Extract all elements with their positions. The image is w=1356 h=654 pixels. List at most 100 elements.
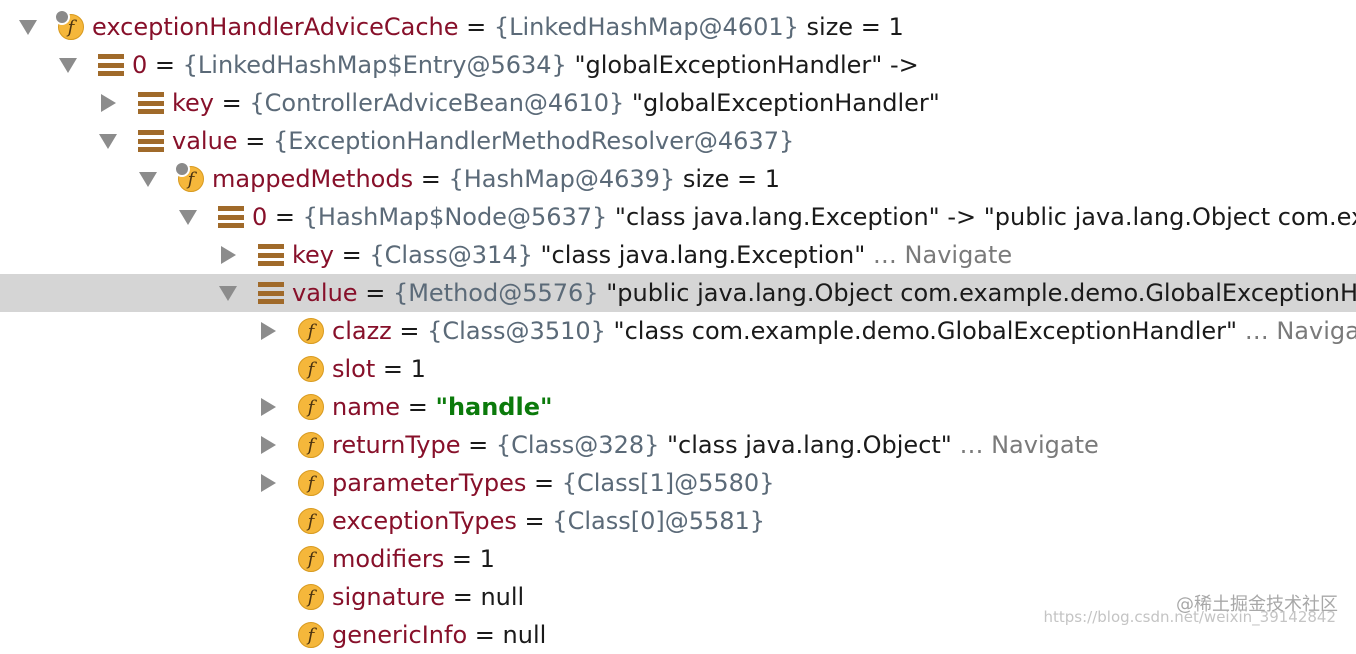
row-name: name [332, 393, 401, 421]
row-str: "class java.lang.Exception" -> "public j… [614, 203, 1356, 231]
row-ref: {LinkedHashMap$Entry@5634} [182, 51, 567, 79]
tree-row-modifiers[interactable]: f modifiers = 1 [0, 540, 1356, 578]
field-icon: f [298, 318, 324, 344]
row-ref: {LinkedHashMap@4601} [493, 13, 799, 41]
tree-row-mappedMethods[interactable]: f mappedMethods = {HashMap@4639} size = 1 [0, 160, 1356, 198]
expand-arrow-icon[interactable] [98, 93, 118, 113]
tree-row-exceptionHandlerAdviceCache[interactable]: f exceptionHandlerAdviceCache = {LinkedHa… [0, 8, 1356, 46]
expand-arrow-icon[interactable] [258, 321, 278, 341]
row-eq: = [147, 51, 183, 79]
row-str: "class com.example.demo.GlobalExceptionH… [605, 317, 1238, 345]
row-nav[interactable]: … Navigate [952, 431, 1098, 459]
row-name: signature [332, 583, 446, 611]
row-name: exceptionTypes [332, 507, 517, 535]
row-name: mappedMethods [212, 165, 414, 193]
tree-row-0[interactable]: 0 = {HashMap$Node@5637} "class java.lang… [0, 198, 1356, 236]
tree-row-value[interactable]: value = {Method@5576} "public java.lang.… [0, 274, 1356, 312]
row-str: null [502, 621, 547, 649]
row-name: key [172, 89, 215, 117]
row-ref: {Class@3510} [427, 317, 606, 345]
static-field-icon: f [174, 161, 204, 192]
expand-arrow-icon[interactable] [258, 397, 278, 417]
variables-tree[interactable]: f exceptionHandlerAdviceCache = {LinkedHa… [0, 0, 1356, 649]
row-eq: = [334, 241, 370, 269]
tree-row-key[interactable]: key = {ControllerAdviceBean@4610} "globa… [0, 84, 1356, 122]
field-icon: f [298, 546, 324, 572]
row-name: value [292, 279, 358, 307]
collapse-arrow-icon[interactable] [218, 283, 238, 303]
collapse-arrow-icon[interactable] [178, 207, 198, 227]
row-eq: = [445, 583, 481, 611]
row-name: clazz [332, 317, 392, 345]
row-ref: {Class[1]@5580} [561, 469, 775, 497]
entry-icon [98, 52, 124, 78]
field-icon: f [298, 356, 324, 382]
row-name: parameterTypes [332, 469, 527, 497]
expand-arrow-icon[interactable] [258, 473, 278, 493]
row-strval: "handle" [435, 393, 553, 421]
row-ref: {Method@5576} [392, 279, 599, 307]
row-nav[interactable]: … Navigate [1237, 317, 1356, 345]
row-ref: {HashMap$Node@5637} [302, 203, 608, 231]
row-ref: {Class@314} [369, 241, 533, 269]
row-eq: = [391, 317, 428, 345]
row-eq: = [467, 621, 503, 649]
field-icon: f [298, 432, 324, 458]
tree-row-name[interactable]: f name = "handle" [0, 388, 1356, 426]
row-ref: {HashMap@4639} [448, 165, 676, 193]
row-ref: {ExceptionHandlerMethodResolver@4637} [272, 127, 795, 155]
field-icon: f [298, 394, 324, 420]
row-eq: = [357, 279, 393, 307]
row-name: 0 [132, 51, 148, 79]
row-ref: {Class[0]@5581} [552, 507, 766, 535]
row-str: "class java.lang.Object" [659, 431, 952, 459]
row-str: "globalExceptionHandler" -> [566, 51, 919, 79]
row-ref: {ControllerAdviceBean@4610} [249, 89, 625, 117]
tree-row-returnType[interactable]: f returnType = {Class@328} "class java.la… [0, 426, 1356, 464]
collapse-arrow-icon[interactable] [98, 131, 118, 151]
field-icon: f [298, 470, 324, 496]
row-name: 0 [252, 203, 268, 231]
row-name: exceptionHandlerAdviceCache [92, 13, 459, 41]
row-eq: = [516, 507, 553, 535]
expand-arrow-icon[interactable] [218, 245, 238, 265]
tree-row-0[interactable]: 0 = {LinkedHashMap$Entry@5634} "globalEx… [0, 46, 1356, 84]
row-eq: = [460, 431, 496, 459]
row-str: null [480, 583, 525, 611]
row-name: returnType [332, 431, 461, 459]
static-field-icon: f [54, 9, 84, 40]
tree-row-value[interactable]: value = {ExceptionHandlerMethodResolver@… [0, 122, 1356, 160]
row-eq: = [526, 469, 562, 497]
tree-row-clazz[interactable]: f clazz = {Class@3510} "class com.example… [0, 312, 1356, 350]
collapse-arrow-icon[interactable] [18, 17, 38, 37]
entry-icon [138, 90, 164, 116]
entry-icon [258, 280, 284, 306]
field-icon: f [298, 622, 324, 648]
tree-row-parameterTypes[interactable]: f parameterTypes = {Class[1]@5580} [0, 464, 1356, 502]
row-eq: = [458, 13, 494, 41]
row-name: value [172, 127, 238, 155]
row-ref: {Class@328} [495, 431, 660, 459]
row-str: "globalExceptionHandler" [624, 89, 940, 117]
row-nav[interactable]: … Navigate [865, 241, 1012, 269]
row-str: "public java.lang.Object com.example.dem… [606, 279, 1356, 307]
row-eq: = [413, 165, 449, 193]
entry-icon [258, 242, 284, 268]
watermark: @稀土掘金技术社区 [1176, 594, 1338, 615]
tree-row-exceptionTypes[interactable]: f exceptionTypes = {Class[0]@5581} [0, 502, 1356, 540]
row-name: modifiers [332, 545, 445, 573]
field-icon: f [298, 508, 324, 534]
row-name: slot [332, 355, 376, 383]
row-eq: = [444, 545, 480, 573]
tree-row-key[interactable]: key = {Class@314} "class java.lang.Excep… [0, 236, 1356, 274]
expand-arrow-icon[interactable] [258, 435, 278, 455]
collapse-arrow-icon[interactable] [58, 55, 78, 75]
tree-row-slot[interactable]: f slot = 1 [0, 350, 1356, 388]
row-str: size = 1 [798, 13, 904, 41]
collapse-arrow-icon[interactable] [138, 169, 158, 189]
row-eq: = [400, 393, 436, 421]
row-eq: = [237, 127, 273, 155]
field-icon: f [298, 584, 324, 610]
row-eq: = [214, 89, 250, 117]
row-str: 1 [479, 545, 495, 573]
